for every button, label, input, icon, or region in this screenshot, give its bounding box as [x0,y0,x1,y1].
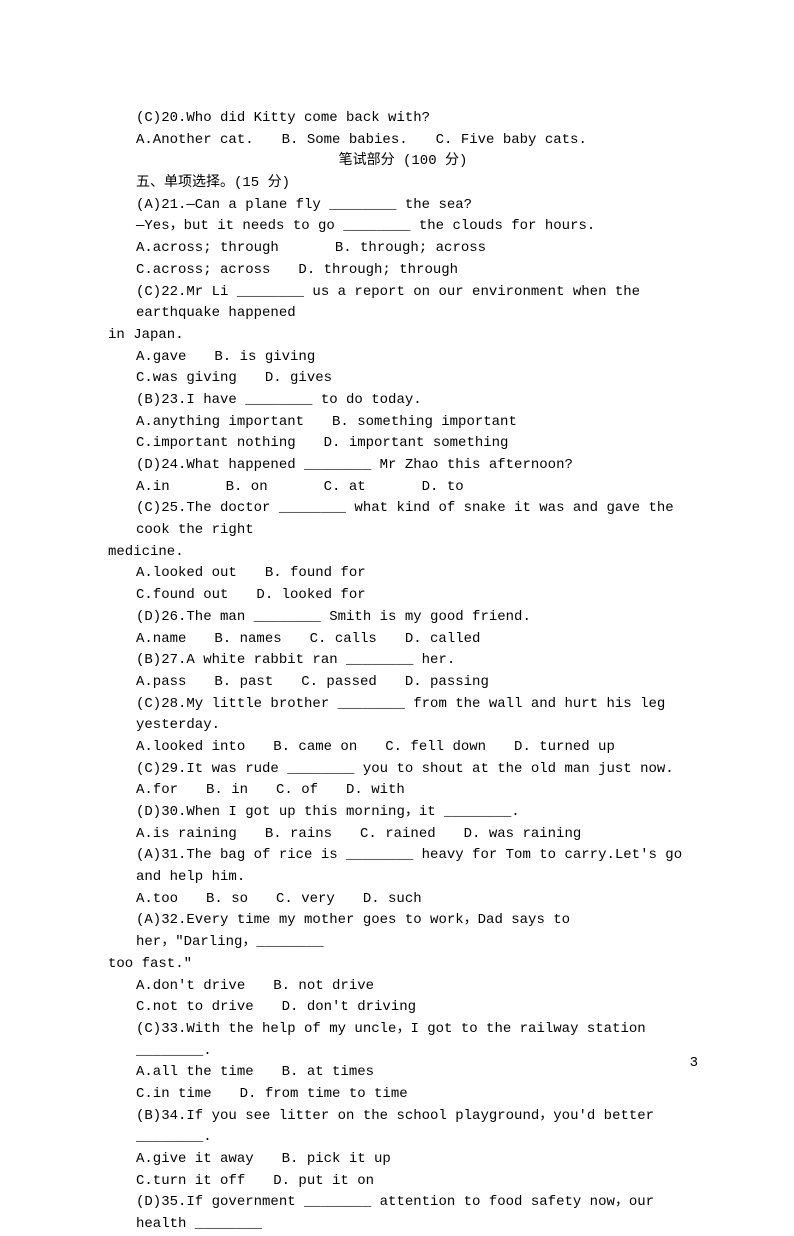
q21-options1: A.across; through B. through; across [108,238,698,260]
q30-options: A.is raining B. rains C. rained D. was r… [108,824,698,846]
q22-line2: in Japan. [108,325,698,347]
q21-options2: C.across; across D. through; through [108,260,698,282]
q31-line1: (A)31.The bag of rice is ________ heavy … [108,845,698,888]
q25-line1: (C)25.The doctor ________ what kind of s… [108,498,698,541]
q31-options: A.too B. so C. very D. such [108,889,698,911]
q32-options2: C.not to drive D. don't driving [108,997,698,1019]
q34-options2: C.turn it off D. put it on [108,1171,698,1193]
q25-options1: A.looked out B. found for [108,563,698,585]
q29-line1: (C)29.It was rude ________ you to shout … [108,759,698,781]
q33-options1: A.all the time B. at times [108,1062,698,1084]
exam-page: (C)20.Who did Kitty come back with? A.An… [0,0,794,1123]
q24-line1: (D)24.What happened ________ Mr Zhao thi… [108,455,698,477]
page-number: 3 [690,1053,698,1075]
q21-line1: (A)21.—Can a plane fly ________ the sea? [108,195,698,217]
q22-options1: A.gave B. is giving [108,347,698,369]
q33-options2: C.in time D. from time to time [108,1084,698,1106]
q23-line1: (B)23.I have ________ to do today. [108,390,698,412]
q26-options: A.name B. names C. calls D. called [108,629,698,651]
q32-line1: (A)32.Every time my mother goes to work，… [108,910,698,953]
q27-options: A.pass B. past C. passed D. passing [108,672,698,694]
q28-line1: (C)28.My little brother ________ from th… [108,694,698,737]
q34-line1: (B)34.If you see litter on the school pl… [108,1106,698,1149]
q30-line1: (D)30.When I got up this morning，it ____… [108,802,698,824]
q35-line1: (D)35.If government ________ attention t… [108,1192,698,1235]
q32-options1: A.don't drive B. not drive [108,976,698,998]
q21-line2: —Yes，but it needs to go ________ the clo… [108,216,698,238]
section-five-title: 五、单项选择。(15 分) [108,173,698,195]
q29-options: A.for B. in C. of D. with [108,780,698,802]
written-section-header: 笔试部分 (100 分) [108,151,698,173]
q33-line1: (C)33.With the help of my uncle，I got to… [108,1019,698,1062]
q23-options2: C.important nothing D. important somethi… [108,433,698,455]
q28-options: A.looked into B. came on C. fell down D.… [108,737,698,759]
q22-line1: (C)22.Mr Li ________ us a report on our … [108,282,698,325]
q24-options: A.in B. on C. at D. to [108,477,698,499]
q27-line1: (B)27.A white rabbit ran ________ her. [108,650,698,672]
q34-options1: A.give it away B. pick it up [108,1149,698,1171]
q20-stem: (C)20.Who did Kitty come back with? [108,108,698,130]
q25-options2: C.found out D. looked for [108,585,698,607]
q26-line1: (D)26.The man ________ Smith is my good … [108,607,698,629]
q25-line2: medicine. [108,542,698,564]
q23-options1: A.anything important B. something import… [108,412,698,434]
q22-options2: C.was giving D. gives [108,368,698,390]
q20-options: A.Another cat. B. Some babies. C. Five b… [108,130,698,152]
q32-line2: too fast." [108,954,698,976]
